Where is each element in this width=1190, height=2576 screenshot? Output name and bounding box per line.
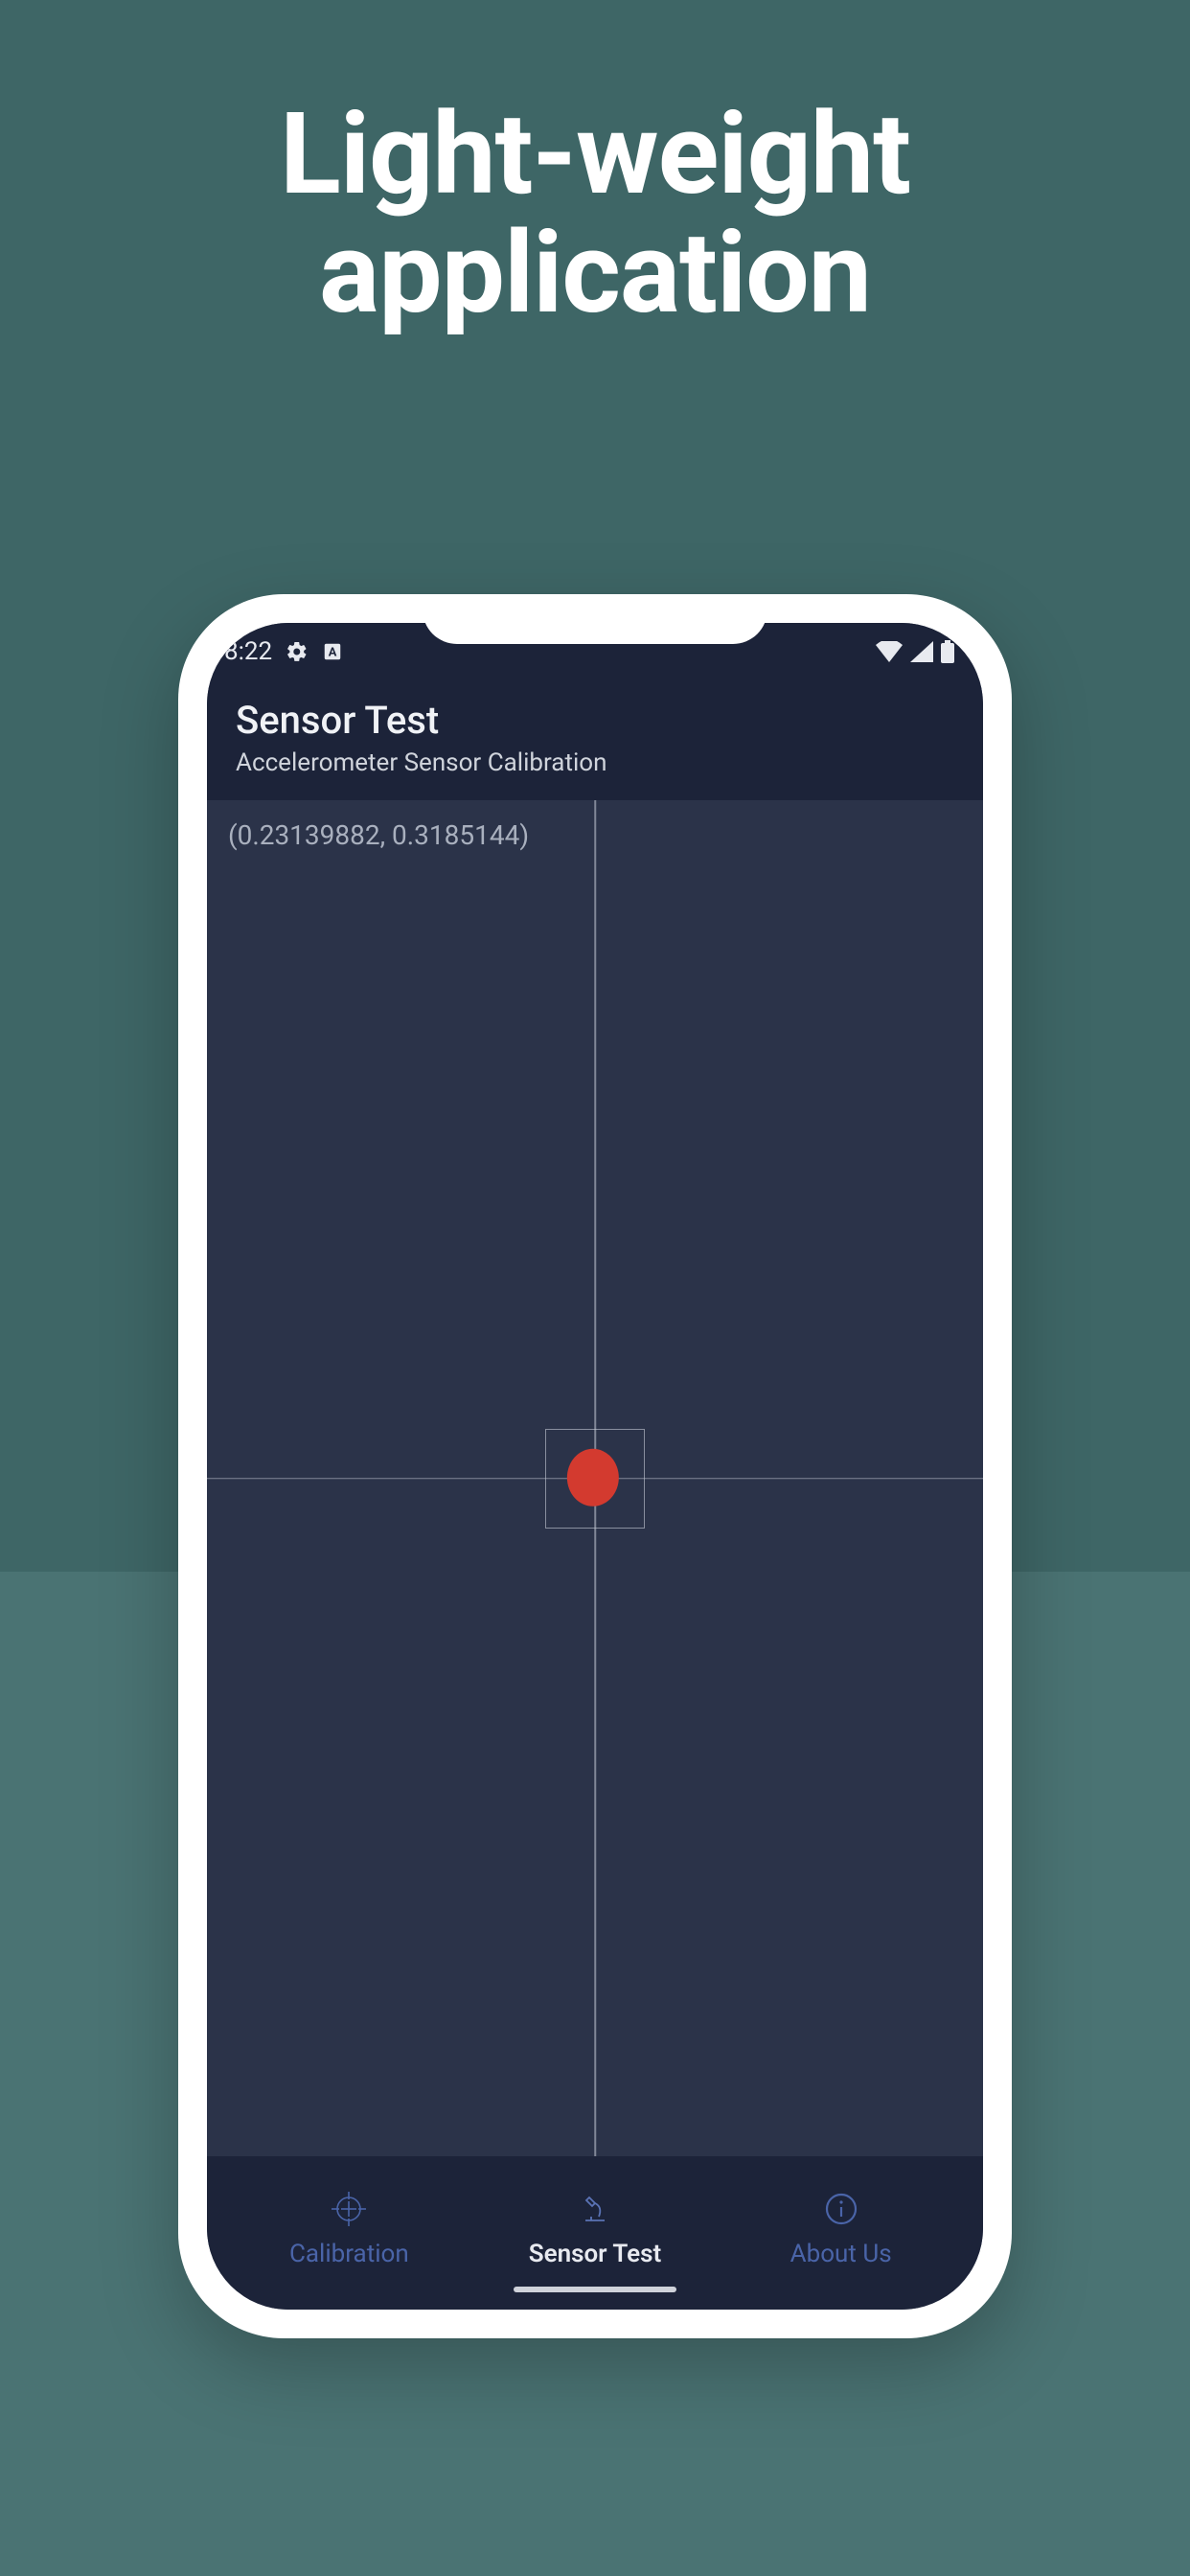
app-subtitle: Accelerometer Sensor Calibration [236, 748, 954, 777]
home-indicator[interactable] [514, 2287, 676, 2292]
nav-tab-about[interactable]: About Us [750, 2188, 932, 2268]
app-bar: Sensor Test Accelerometer Sensor Calibra… [207, 680, 983, 800]
nav-label: Sensor Test [529, 2240, 662, 2268]
nav-tab-sensor-test[interactable]: Sensor Test [504, 2188, 686, 2268]
phone-notch [423, 594, 767, 644]
phone-screen: 8:22 A Sensor Test [207, 623, 983, 2310]
wifi-icon [876, 641, 903, 662]
nav-tab-calibration[interactable]: Calibration [258, 2188, 440, 2268]
signal-icon [910, 641, 933, 662]
crosshair-icon [328, 2188, 370, 2230]
sensor-canvas[interactable]: (0.23139882, 0.3185144) [207, 800, 983, 2156]
promo-headline-line2: application [0, 215, 1190, 334]
nav-label: About Us [790, 2240, 892, 2268]
svg-text:A: A [329, 646, 337, 660]
status-right [876, 640, 954, 663]
status-time: 8:22 [224, 637, 272, 666]
phone-frame: 8:22 A Sensor Test [178, 594, 1012, 2338]
app-title: Sensor Test [236, 698, 954, 743]
microscope-icon [574, 2188, 616, 2230]
info-icon [820, 2188, 862, 2230]
promo-headline: Light-weight application [0, 96, 1190, 334]
sensor-coordinates: (0.23139882, 0.3185144) [228, 819, 529, 851]
battery-icon [941, 640, 954, 663]
promo-headline-line1: Light-weight [0, 96, 1190, 215]
nav-label: Calibration [289, 2240, 409, 2268]
language-icon: A [322, 641, 343, 662]
sensor-dot [567, 1448, 619, 1506]
gear-icon [286, 640, 309, 663]
status-left: 8:22 A [224, 637, 343, 666]
